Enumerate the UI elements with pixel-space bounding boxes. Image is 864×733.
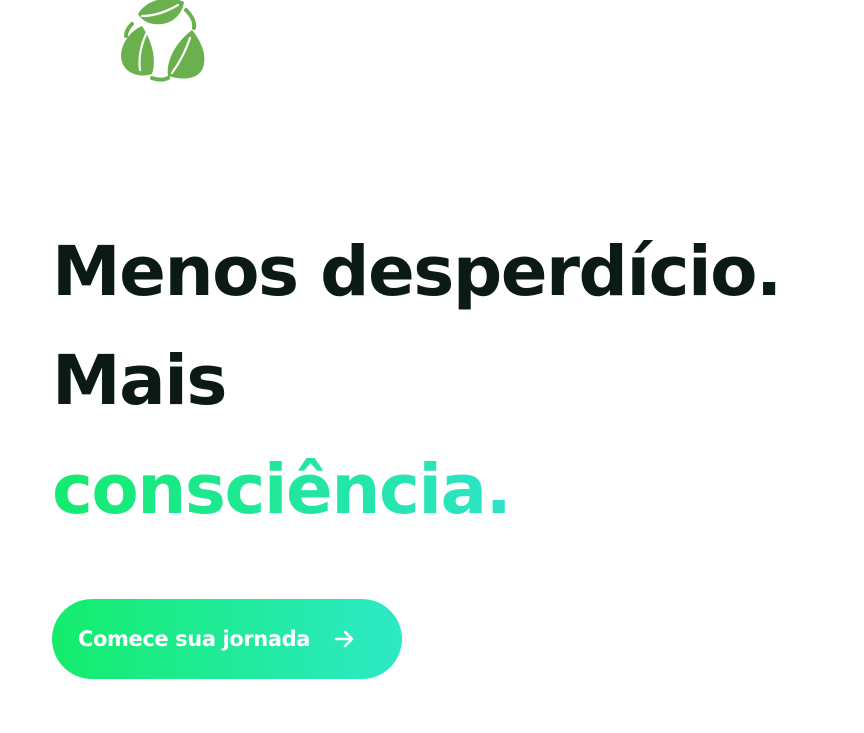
- page: Menos desperdício. Mais consciência. Com…: [0, 0, 864, 733]
- recycle-leaves-icon: [121, 0, 205, 82]
- headline-line-2: Mais: [52, 341, 227, 421]
- headline-accent: consciência.: [52, 450, 512, 530]
- hero-headline: Menos desperdício. Mais consciência.: [52, 218, 842, 545]
- headline-line-1: Menos desperdício.: [52, 232, 782, 312]
- start-journey-button[interactable]: Comece sua jornada: [52, 599, 402, 679]
- start-journey-label: Comece sua jornada: [78, 627, 311, 651]
- arrow-right-icon: [334, 630, 354, 648]
